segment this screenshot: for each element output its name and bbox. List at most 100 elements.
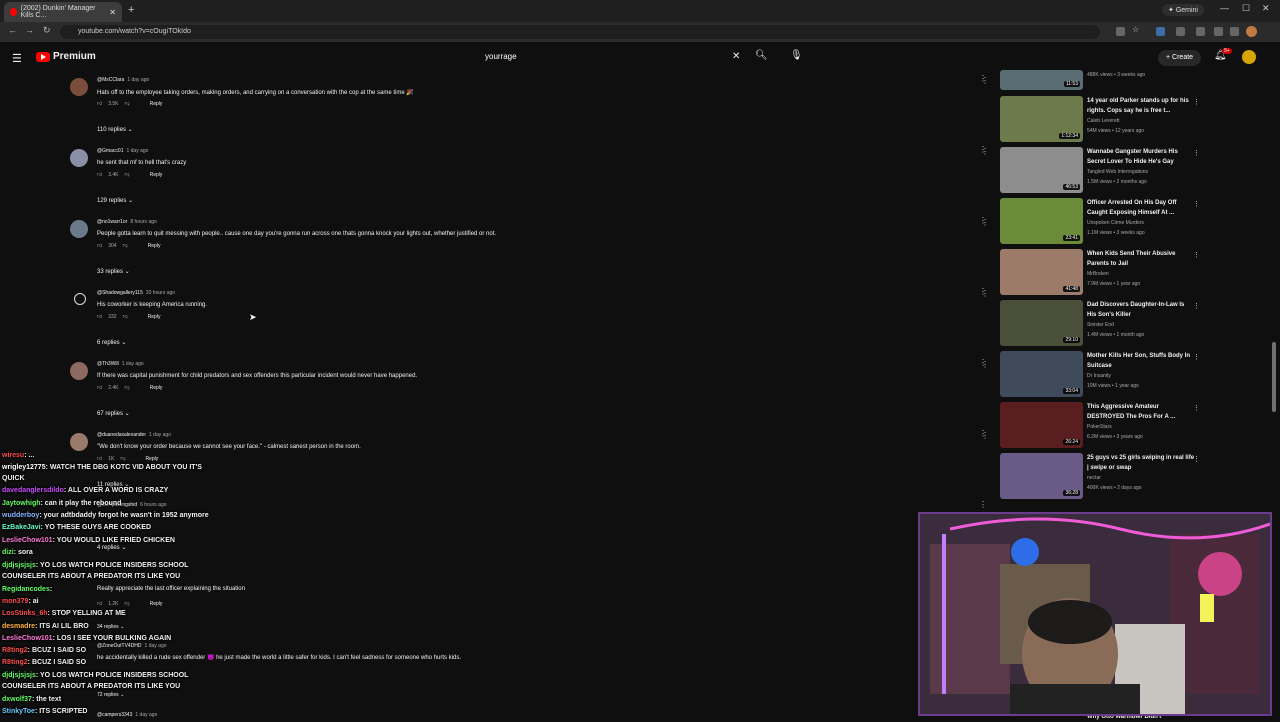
forward-icon[interactable]: → (25, 25, 34, 35)
video-thumbnail[interactable]: 23:41 (1000, 198, 1083, 244)
sidebar-icon[interactable] (1230, 27, 1239, 36)
video-more-icon[interactable]: ⋮ (1193, 353, 1200, 361)
comment-author[interactable]: @MsCClara 1 day ago (97, 77, 149, 83)
search-icon[interactable]: 🔍︎ (755, 50, 768, 61)
video-channel[interactable]: Sinister End (1087, 322, 1114, 328)
video-more-icon[interactable]: ⋮ (1193, 251, 1200, 259)
commenter-avatar[interactable] (70, 78, 88, 96)
close-window-icon[interactable]: ✕ (1262, 3, 1270, 14)
video-title[interactable]: This Aggressive Amateur DESTROYED The Pr… (1087, 402, 1195, 422)
video-title[interactable]: 14 year old Parker stands up for his rig… (1087, 96, 1195, 116)
search-input[interactable]: yourrage (478, 47, 748, 67)
scrollbar-thumb[interactable] (1272, 342, 1276, 412)
video-thumbnail[interactable]: 41:48 (1000, 249, 1083, 295)
reply-button[interactable]: Reply (148, 243, 161, 249)
maximize-icon[interactable]: ☐ (1242, 3, 1250, 14)
video-thumbnail[interactable]: 1:12:34 (1000, 96, 1083, 142)
like-icon[interactable]: 👍︎ (97, 101, 102, 107)
account-avatar[interactable] (1242, 50, 1256, 64)
comment-more-icon[interactable]: ⋮ (979, 358, 987, 367)
extension-icon[interactable] (1156, 27, 1165, 36)
comment-author[interactable]: @duanedaxalexander 1 day ago (97, 432, 171, 438)
video-channel[interactable]: Caleb Leverett (1087, 118, 1120, 124)
comment-author[interactable]: @Th3Will 1 day ago (97, 361, 144, 367)
video-thumbnail[interactable]: 33:04 (1000, 351, 1083, 397)
page-scrollbar[interactable] (1272, 72, 1278, 672)
like-icon[interactable]: 👍︎ (97, 385, 102, 391)
recommended-video[interactable]: 23:41 Officer Arrested On His Day Off Ca… (998, 198, 1203, 246)
video-more-icon[interactable]: ⋮ (1193, 302, 1200, 310)
extension-icon[interactable] (1176, 27, 1185, 36)
commenter-avatar[interactable] (70, 220, 88, 238)
like-icon[interactable]: 👍︎ (97, 172, 102, 178)
reply-button[interactable]: Reply (150, 101, 163, 107)
view-replies-button[interactable]: 6 replies ⌄ (97, 339, 126, 346)
video-title[interactable]: 25 guys vs 25 girls swiping in real life… (1087, 453, 1195, 473)
video-thumbnail[interactable]: 26:24 (1000, 402, 1083, 448)
dislike-icon[interactable]: 👎︎ (125, 172, 130, 178)
minimize-icon[interactable]: — (1220, 3, 1229, 13)
like-icon[interactable]: 👍︎ (97, 314, 102, 320)
reply-button[interactable]: Reply (150, 172, 163, 178)
install-icon[interactable] (1116, 27, 1125, 36)
reply-button[interactable]: Reply (150, 385, 163, 391)
gemini-button[interactable]: ✦ Gemini (1162, 4, 1204, 16)
create-button[interactable]: + Create (1158, 50, 1202, 66)
extensions-puzzle-icon[interactable] (1196, 27, 1205, 36)
url-input[interactable]: youtube.com/watch?v=cOugiTOkIdo (60, 25, 1100, 39)
dislike-icon[interactable]: 👎︎ (125, 385, 130, 391)
youtube-logo[interactable]: Premium (36, 51, 96, 62)
comment-more-icon[interactable]: ⋮ (979, 74, 987, 83)
video-more-icon[interactable]: ⋮ (1193, 149, 1200, 157)
video-title[interactable]: When Kids Send Their Abusive Parents to … (1087, 249, 1195, 269)
comment-more-icon[interactable]: ⋮ (979, 287, 987, 296)
video-thumbnail[interactable]: 36:28 (1000, 453, 1083, 499)
comment-more-icon[interactable]: ⋮ (979, 429, 987, 438)
video-channel[interactable]: PokerStars (1087, 424, 1112, 430)
video-title[interactable]: Mother Kills Her Son, Stuffs Body In Sui… (1087, 351, 1195, 371)
video-channel[interactable]: Dr Insanity (1087, 373, 1111, 379)
video-title[interactable]: Officer Arrested On His Day Off Caught E… (1087, 198, 1195, 218)
video-more-icon[interactable]: ⋮ (1193, 200, 1200, 208)
bookmark-star-icon[interactable]: ☆ (1132, 25, 1141, 34)
comment-more-icon[interactable]: ⋮ (979, 145, 987, 154)
hamburger-menu-icon[interactable]: ☰ (12, 52, 22, 65)
back-icon[interactable]: ← (8, 25, 17, 35)
recommended-video[interactable]: 29:10 Dad Discovers Daughter-In-Law Is H… (998, 300, 1203, 348)
comment-author[interactable]: @Gmacc01 1 day ago (97, 148, 148, 154)
dislike-icon[interactable]: 👎︎ (125, 101, 130, 107)
video-channel[interactable]: nectar (1087, 475, 1101, 481)
video-thumbnail[interactable]: 46:53 (1000, 147, 1083, 193)
browser-tab[interactable]: (2002) Dunkin' Manager Kills C... ✕ (4, 2, 122, 22)
video-thumbnail[interactable]: 29:10 (1000, 300, 1083, 346)
recommended-video[interactable]: 46:53 Wannabe Gangster Murders His Secre… (998, 147, 1203, 195)
video-channel[interactable]: Tangled Web Interrogations (1087, 169, 1148, 175)
commenter-avatar[interactable] (70, 149, 88, 167)
view-replies-button[interactable]: 129 replies ⌄ (97, 197, 133, 204)
dislike-icon[interactable]: 👎︎ (123, 314, 128, 320)
video-title[interactable]: Dad Discovers Daughter-In-Law Is His Son… (1087, 300, 1195, 320)
recommended-video[interactable]: 33:04 Mother Kills Her Son, Stuffs Body … (998, 351, 1203, 399)
recommended-video[interactable]: 26:24 This Aggressive Amateur DESTROYED … (998, 402, 1203, 450)
tab-close-icon[interactable]: ✕ (109, 8, 116, 17)
commenter-avatar[interactable] (70, 433, 88, 451)
view-replies-button[interactable]: 33 replies ⌄ (97, 268, 130, 275)
comment-more-icon[interactable]: ⋮ (979, 216, 987, 225)
comment-author[interactable]: @Shadowgallery115 20 hours ago (97, 290, 175, 296)
recommended-video[interactable]: 1:12:34 14 year old Parker stands up for… (998, 96, 1203, 144)
recommended-video[interactable]: 36:28 25 guys vs 25 girls swiping in rea… (998, 453, 1203, 501)
video-more-icon[interactable]: ⋮ (1193, 98, 1200, 106)
reload-icon[interactable]: ↻ (43, 25, 51, 36)
commenter-avatar[interactable] (74, 293, 86, 305)
video-thumbnail[interactable]: 11:53 (1000, 70, 1083, 90)
reply-button[interactable]: Reply (148, 314, 161, 320)
microphone-icon[interactable]: 🎙︎ (790, 50, 803, 61)
comment-author[interactable]: @no1warr1or 8 hours ago (97, 219, 157, 225)
dislike-icon[interactable]: 👎︎ (123, 243, 128, 249)
new-tab-button[interactable]: + (128, 4, 134, 16)
video-channel[interactable]: MrBroken (1087, 271, 1109, 277)
extension-icon[interactable] (1214, 27, 1223, 36)
like-icon[interactable]: 👍︎ (97, 243, 102, 249)
recommended-video[interactable]: 41:48 When Kids Send Their Abusive Paren… (998, 249, 1203, 297)
video-more-icon[interactable]: ⋮ (1193, 455, 1200, 463)
